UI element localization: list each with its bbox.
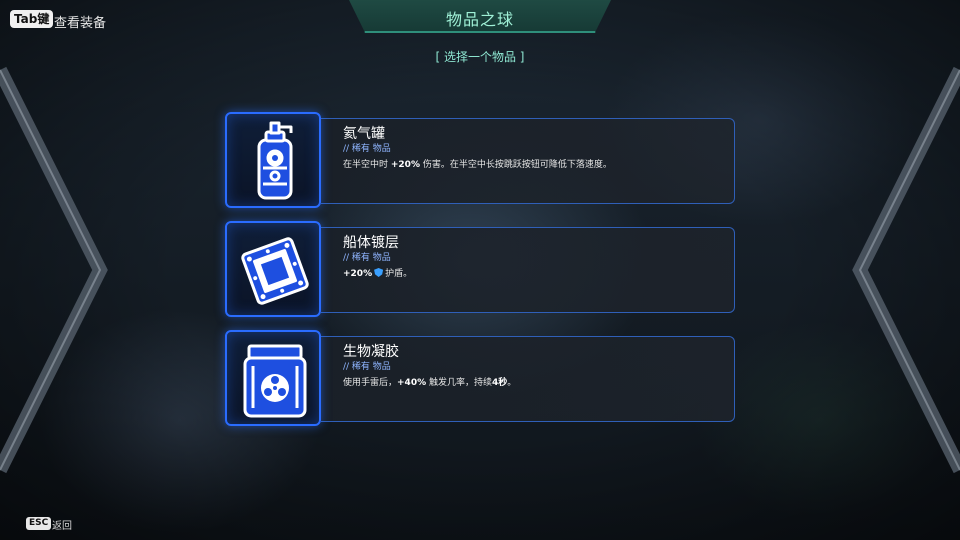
left-chevron-decoration <box>0 66 108 474</box>
item-rarity-1: // 稀有 物品 <box>343 144 391 154</box>
shield-icon <box>374 268 384 277</box>
page-subtitle: [ 选择一个物品 ] <box>435 50 525 64</box>
item-name-1: 氦气罐 <box>343 126 385 142</box>
biohazard-container-icon <box>243 344 307 418</box>
item-desc-1: 在半空中时 +20% 伤害。在半空中长按跳跃按钮可降低下落速度。 <box>343 160 612 170</box>
item-icon-box-1[interactable] <box>225 112 321 208</box>
page-title: 物品之球 <box>445 10 514 29</box>
right-chevron-decoration <box>852 66 960 474</box>
item-icon-box-2[interactable] <box>225 221 321 317</box>
item-rarity-3: // 稀有 物品 <box>343 362 391 372</box>
gas-canister-icon <box>257 121 293 200</box>
item-name-3: 生物凝胶 <box>343 344 399 360</box>
hull-plating-icon <box>241 237 309 305</box>
item-icon-box-3[interactable] <box>225 330 321 426</box>
item-desc-3: 使用手雷后，+40% 触发几率，持续4秒。 <box>343 378 517 388</box>
item-desc-2: +20% 护盾。 <box>343 268 413 279</box>
tab-keycap[interactable]: Tab键 <box>10 10 54 28</box>
tab-hint-label: 查看装备 <box>54 16 107 31</box>
item-name-2: 船体镀层 <box>343 235 399 251</box>
esc-keycap[interactable]: ESC <box>26 517 52 530</box>
item-rarity-2: // 稀有 物品 <box>343 253 391 263</box>
esc-hint-label: 返回 <box>52 521 72 532</box>
title-tab-border <box>364 31 596 33</box>
